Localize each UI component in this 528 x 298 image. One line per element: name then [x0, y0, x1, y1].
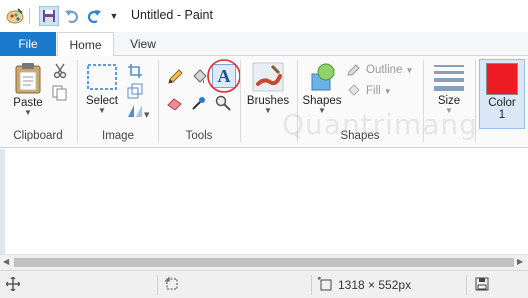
canvas-dimensions: 1318 × 552px — [338, 278, 412, 292]
image-group-label: Image — [102, 130, 134, 142]
tools-group-label: Tools — [185, 130, 213, 142]
pencil-icon[interactable] — [166, 68, 184, 86]
paste-icon — [15, 63, 41, 94]
tab-home[interactable]: Home — [57, 32, 114, 57]
scrollbar-thumb[interactable] — [14, 258, 514, 267]
paste-button[interactable]: Paste ▼ — [8, 62, 48, 117]
title-bar: ▼ Untitled - Paint — [0, 0, 528, 32]
shapes-icon — [311, 63, 335, 91]
scroll-right-icon[interactable]: ▶ — [517, 257, 523, 266]
customize-quick-access-icon[interactable]: ▼ — [104, 6, 124, 26]
group-divider — [240, 60, 241, 142]
select-icon — [87, 64, 117, 90]
brush-icon — [252, 62, 284, 92]
save-icon[interactable] — [39, 6, 59, 26]
select-button[interactable]: Select ▼ — [84, 62, 120, 115]
canvas-size-icon — [318, 277, 332, 294]
clipboard-group-label: Clipboard — [13, 130, 63, 142]
highlight-circle — [207, 59, 241, 93]
outline-pen-icon — [347, 64, 360, 76]
paint-app-icon[interactable] — [5, 6, 25, 26]
fill-bucket-small-icon — [348, 84, 360, 96]
quick-access-divider — [29, 8, 30, 24]
rotate-icon[interactable]: ▼ — [126, 102, 152, 120]
ribbon-tabs: File Home View — [0, 32, 528, 57]
color1-swatch — [486, 63, 518, 95]
magnifier-icon[interactable] — [214, 94, 232, 112]
watermark: Quantrimang — [282, 108, 478, 141]
tab-file[interactable]: File — [0, 32, 56, 56]
crop-icon[interactable] — [126, 62, 144, 80]
brushes-dropdown-icon[interactable]: ▼ — [264, 107, 272, 115]
undo-icon[interactable] — [62, 6, 82, 26]
outline-dropdown-icon: ▼ — [405, 65, 414, 75]
color1-number: 1 — [498, 109, 506, 121]
cursor-position-icon — [5, 276, 21, 294]
paste-dropdown-icon[interactable]: ▼ — [24, 109, 32, 117]
drawing-canvas[interactable] — [5, 149, 528, 254]
fill-label: Fill — [366, 85, 381, 97]
redo-icon[interactable] — [84, 6, 104, 26]
color1-label: Color — [488, 97, 516, 109]
scroll-left-icon[interactable]: ◀ — [3, 257, 9, 266]
copy-icon[interactable] — [51, 84, 69, 102]
color1-button[interactable]: Color 1 — [479, 59, 525, 129]
canvas-workspace — [0, 149, 528, 254]
fill-button[interactable]: Fill ▼ — [346, 84, 392, 98]
color-picker-icon[interactable] — [190, 94, 208, 112]
resize-icon[interactable] — [126, 82, 144, 100]
file-size-icon — [475, 277, 489, 294]
select-dropdown-icon[interactable]: ▼ — [98, 107, 106, 115]
size-lines-icon — [434, 65, 464, 91]
tab-view[interactable]: View — [117, 32, 169, 56]
status-divider — [157, 275, 158, 295]
outline-button[interactable]: Outline ▼ — [346, 63, 413, 77]
window-title: Untitled - Paint — [131, 8, 213, 22]
status-divider — [466, 275, 467, 295]
status-bar: 1318 × 552px — [0, 270, 528, 298]
cut-icon[interactable] — [51, 62, 69, 80]
selection-size-icon — [165, 277, 179, 294]
horizontal-scrollbar[interactable]: ◀ ▶ — [0, 254, 528, 270]
outline-label: Outline — [366, 64, 403, 76]
fill-dropdown-icon: ▼ — [383, 86, 392, 96]
svg-text:▼: ▼ — [144, 111, 150, 119]
status-divider — [311, 275, 312, 295]
eraser-icon[interactable] — [166, 94, 184, 112]
